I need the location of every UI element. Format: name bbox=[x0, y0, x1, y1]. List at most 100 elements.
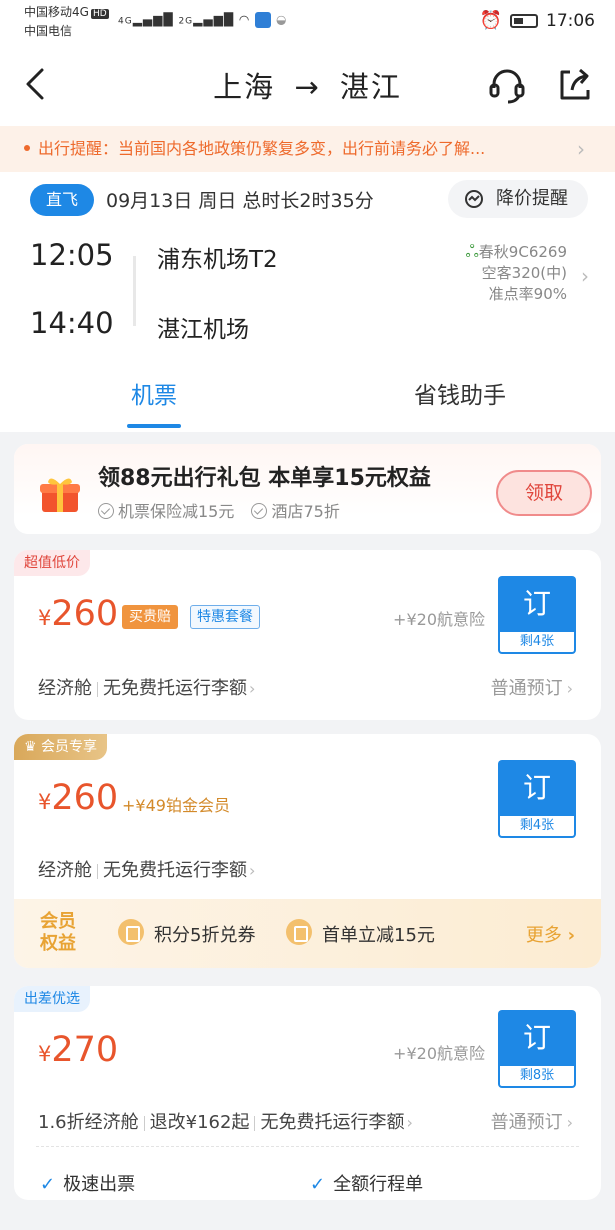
ticket-type-link[interactable]: 普通预订 › bbox=[491, 1108, 573, 1134]
price-alert-icon bbox=[465, 190, 483, 208]
tab-savings-assistant[interactable]: 省钱助手 bbox=[360, 376, 560, 410]
check-circle-icon bbox=[98, 502, 114, 519]
tab-flight-ticket[interactable]: 机票 bbox=[54, 376, 254, 410]
direct-flight-tag: 直飞 bbox=[30, 184, 94, 216]
clock: 17:06 bbox=[546, 10, 595, 31]
book-label: 订 bbox=[522, 771, 551, 804]
aircraft-type: 空客320(中) bbox=[481, 264, 567, 282]
customer-service-button[interactable] bbox=[486, 64, 528, 106]
flight-date-duration: 09月13日 周日 总时长2时35分 bbox=[106, 190, 374, 212]
price-guarantee-badge: 买贵赔 bbox=[122, 605, 178, 629]
divider bbox=[143, 1115, 145, 1131]
cabin-baggage-row[interactable]: 1.6折经济舱 退改¥162起 无免费托运行李额 › bbox=[38, 1108, 413, 1134]
more-label: 更多 bbox=[525, 925, 562, 946]
fare-price: ¥270 bbox=[38, 1030, 118, 1070]
chevron-right-icon: › bbox=[249, 679, 256, 698]
insurance-addon: +¥20航意险 bbox=[393, 610, 485, 629]
crown-icon: ♛ bbox=[24, 739, 42, 755]
price-alert-button[interactable]: 降价提醒 bbox=[448, 180, 588, 218]
divider bbox=[254, 1115, 256, 1131]
nav-bar: 上海 → 湛江 bbox=[0, 44, 615, 126]
arrival-time: 14:40 bbox=[30, 306, 114, 340]
travel-notice-banner[interactable]: 出行提醒：当前国内各地政策仍繁复多变，出行前请务必了解... › bbox=[0, 126, 615, 172]
signal-4g-label: 4G bbox=[118, 16, 133, 27]
active-tab-indicator bbox=[127, 424, 181, 428]
fare-card-business-travel[interactable]: 出差优选 ¥270 +¥20航意险 订 剩8张 1.6折经济舱 退改¥162起 无免… bbox=[14, 986, 601, 1200]
baggage-allowance: 无免费托运行李额 bbox=[103, 678, 247, 699]
gift-promo-card: 领88元出行礼包 本单享15元权益 机票保险减15元 酒店75折 领取 bbox=[14, 444, 601, 534]
special-package-badge: 特惠套餐 bbox=[190, 605, 260, 629]
ticket-type-label: 普通预订 bbox=[490, 678, 563, 699]
status-bar: 中国移动4G HD 中国电信 4G▂▄▆█ 2G▂▄▆█ ◠ ◒ ⏰ 17:06 bbox=[0, 0, 615, 44]
fare-card-member[interactable]: ♛ 会员专享 ¥260 +¥49铂金会员 订 剩4张 经济舱 无免费托运行李额 › … bbox=[14, 734, 601, 968]
notice-text: 出行提醒：当前国内各地政策仍繁复多变，出行前请务必了解... bbox=[38, 139, 486, 158]
claim-button[interactable]: 领取 bbox=[496, 470, 592, 516]
check-circle-icon bbox=[251, 502, 268, 519]
more-benefits-link[interactable]: 更多 › bbox=[526, 921, 575, 947]
carrier-info: 中国移动4G HD 中国电信 bbox=[24, 4, 109, 40]
carrier-1: 中国移动4G bbox=[24, 5, 89, 19]
signal-bars-icon: ▂▄▆█ bbox=[132, 12, 174, 27]
baggage-allowance: 无免费托运行李额 bbox=[260, 1112, 405, 1133]
seats-left: 剩4张 bbox=[500, 632, 574, 652]
cabin-baggage-row[interactable]: 经济舱 无免费托运行李额 › bbox=[38, 674, 255, 700]
insurance-addon: +¥20航意险 bbox=[393, 1044, 485, 1063]
feature-label: 全额行程单 bbox=[333, 1174, 424, 1195]
gift-box-icon bbox=[40, 478, 80, 512]
dashed-divider bbox=[36, 1146, 579, 1147]
on-time-rate: 准点率90% bbox=[488, 285, 567, 303]
fare-tag: 出差优选 bbox=[14, 986, 90, 1012]
book-label: 订 bbox=[522, 1021, 551, 1054]
price-value: 260 bbox=[51, 594, 119, 634]
promo-benefit-insurance: 机票保险减15元 bbox=[118, 502, 235, 521]
price-alert-label: 降价提醒 bbox=[496, 188, 568, 209]
battery-icon bbox=[510, 13, 538, 28]
ticket-icon bbox=[286, 919, 312, 945]
baggage-allowance: 无免费托运行李额 bbox=[103, 860, 247, 881]
chevron-right-icon: › bbox=[566, 679, 573, 698]
signal-bars-icon: ▂▄▆█ bbox=[193, 12, 235, 27]
currency-symbol: ¥ bbox=[38, 790, 52, 814]
ticket-type-link[interactable]: 普通预订 › bbox=[491, 674, 573, 700]
refund-policy: 退改¥162起 bbox=[149, 1112, 250, 1133]
perk-label: 首单立减15元 bbox=[322, 925, 435, 946]
book-label: 订 bbox=[522, 587, 551, 620]
share-button[interactable] bbox=[554, 64, 596, 106]
signal-2g-label: 2G bbox=[178, 16, 194, 27]
flight-info: 直飞 09月13日 周日 总时长2时35分 降价提醒 12:05 浦东机场T2 … bbox=[0, 172, 615, 432]
hd-badge: HD bbox=[90, 9, 109, 19]
app-notification-icon: ◒ bbox=[276, 12, 288, 27]
chevron-right-icon: › bbox=[577, 137, 585, 161]
perk-first-order: 首单立减15元 bbox=[286, 919, 435, 947]
fare-price: ¥260 bbox=[38, 594, 118, 634]
destination-city: 湛江 bbox=[339, 70, 402, 104]
route-arrow-icon: → bbox=[294, 70, 321, 104]
fare-tag: 超值低价 bbox=[14, 550, 90, 576]
book-button[interactable]: 订 剩4张 bbox=[498, 576, 576, 654]
price-value: 270 bbox=[51, 1030, 119, 1070]
promo-benefits: 机票保险减15元 酒店75折 bbox=[98, 498, 340, 522]
feature-full-itinerary: ✓ 全额行程单 bbox=[310, 1170, 423, 1196]
departure-airport: 浦东机场T2 bbox=[157, 247, 278, 273]
member-benefits-label: 会员权益 bbox=[40, 911, 76, 954]
book-button[interactable]: 订 剩8张 bbox=[498, 1010, 576, 1088]
member-benefits-bar[interactable]: 会员权益 积分5折兑券 首单立减15元 更多 › bbox=[14, 899, 601, 968]
fare-card-best-value[interactable]: 超值低价 ¥260 买贵赔 特惠套餐 +¥20航意险 订 剩4张 经济舱 无免费托… bbox=[14, 550, 601, 720]
chevron-right-icon: › bbox=[249, 861, 256, 880]
feature-fast-ticketing: ✓ 极速出票 bbox=[40, 1170, 135, 1196]
chevron-right-icon: › bbox=[581, 264, 589, 288]
ticket-type-label: 普通预订 bbox=[490, 1112, 563, 1133]
shield-app-icon bbox=[255, 12, 272, 28]
chevron-right-icon: › bbox=[567, 925, 575, 946]
fare-tag: ♛ 会员专享 bbox=[14, 734, 108, 760]
arrival-airport: 湛江机场 bbox=[157, 317, 249, 343]
origin-city: 上海 bbox=[213, 70, 276, 104]
airline-info[interactable]: ஃ春秋9C6269 空客320(中) 准点率90% bbox=[465, 242, 567, 305]
feature-label: 极速出票 bbox=[63, 1174, 136, 1195]
cabin-baggage-row[interactable]: 经济舱 无免费托运行李额 › bbox=[38, 856, 255, 882]
fare-price: ¥260 bbox=[38, 778, 118, 818]
book-button[interactable]: 订 剩4张 bbox=[498, 760, 576, 838]
currency-symbol: ¥ bbox=[38, 1042, 52, 1066]
alarm-icon: ⏰ bbox=[479, 10, 502, 31]
cabin-class: 1.6折经济舱 bbox=[38, 1112, 139, 1133]
